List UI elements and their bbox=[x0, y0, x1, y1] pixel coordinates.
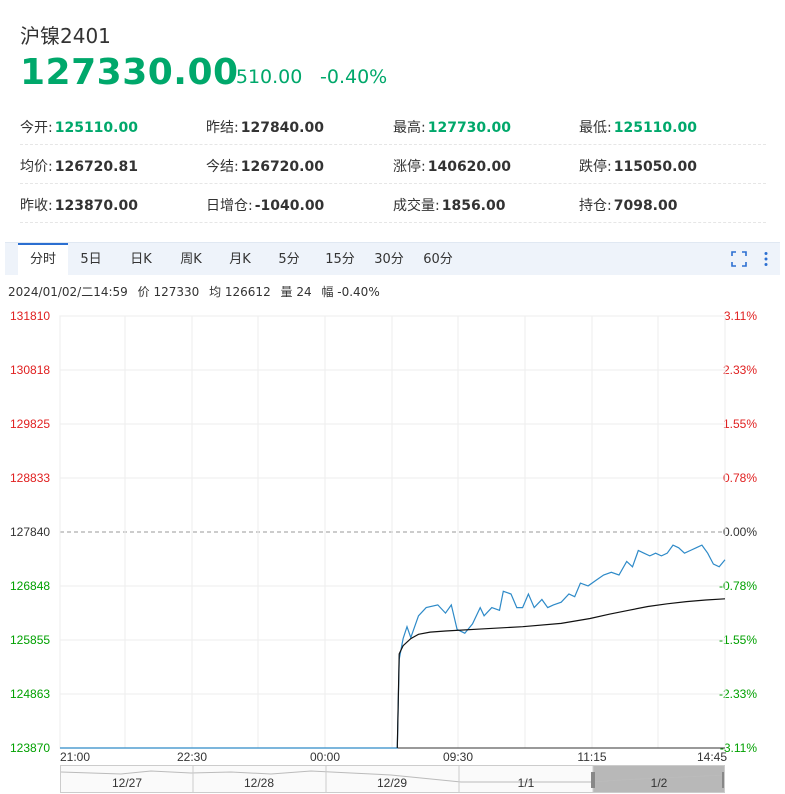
intraday-chart[interactable]: 131810 3.11% 130818 2.33% 129825 1.55% 128833 0… bbox=[0, 300, 785, 765]
navigator-label: 1/1 bbox=[518, 776, 535, 790]
y-tick-label: 126848 bbox=[10, 579, 50, 593]
stat-value: -1040.00 bbox=[254, 198, 325, 214]
stat-item: 昨结: 127840.00 bbox=[206, 117, 324, 137]
navigator-handle-right[interactable] bbox=[722, 772, 725, 788]
x-tick-label: 09:30 bbox=[443, 750, 473, 764]
avg-line bbox=[396, 598, 726, 749]
stat-label: 日增仓: bbox=[206, 198, 253, 214]
navigator-label: 12/28 bbox=[244, 776, 274, 790]
fullscreen-icon[interactable] bbox=[730, 250, 748, 268]
stat-item: 成交量: 1856.00 bbox=[393, 195, 505, 215]
price-change-percent: -0.40% bbox=[320, 66, 388, 88]
y-tick-label: 124863 bbox=[10, 687, 50, 701]
stat-value: 126720.00 bbox=[240, 159, 324, 175]
stat-value: 140620.00 bbox=[427, 159, 511, 175]
stat-label: 昨结: bbox=[206, 120, 239, 136]
tab-period[interactable]: 月K bbox=[217, 243, 263, 275]
stat-label: 昨收: bbox=[20, 198, 53, 214]
stat-label: 涨停: bbox=[393, 159, 426, 175]
stat-item: 最低: 125110.00 bbox=[579, 117, 697, 137]
x-tick-label: 14:45 bbox=[697, 750, 727, 764]
stat-value: 7098.00 bbox=[613, 198, 678, 214]
info-range: 幅 -0.40% bbox=[321, 285, 380, 299]
stat-value: 123870.00 bbox=[54, 198, 138, 214]
stat-label: 跌停: bbox=[579, 159, 612, 175]
stat-item: 昨收: 123870.00 bbox=[20, 195, 138, 215]
y-tick-label: 130818 bbox=[10, 363, 50, 377]
stat-item: 均价: 126720.81 bbox=[20, 156, 138, 176]
stat-row: 均价: 126720.81 今结: 126720.00 涨停: 140620.00 跌停: 1… bbox=[20, 145, 766, 184]
tab-period[interactable]: 15分 bbox=[317, 243, 363, 275]
info-avg: 均 126612 bbox=[209, 285, 271, 299]
tab-period[interactable]: 5日 bbox=[69, 243, 113, 275]
stat-item: 跌停: 115050.00 bbox=[579, 156, 697, 176]
stat-label: 持仓: bbox=[579, 198, 612, 214]
info-price: 价 127330 bbox=[137, 285, 200, 299]
stat-value: 125110.00 bbox=[613, 120, 697, 136]
stat-item: 持仓: 7098.00 bbox=[579, 195, 677, 215]
tab-period[interactable]: 周K bbox=[168, 243, 214, 275]
tab-period[interactable]: 5分 bbox=[267, 243, 311, 275]
x-tick-label: 21:00 bbox=[60, 750, 90, 764]
price-change: -510.00 bbox=[229, 66, 303, 88]
quote-stats: 今开: 125110.00 昨结: 127840.00 最高: 127730.00 最低: 1… bbox=[20, 106, 766, 223]
stat-item: 今开: 125110.00 bbox=[20, 117, 138, 137]
x-tick-label: 22:30 bbox=[177, 750, 207, 764]
stat-label: 最低: bbox=[579, 120, 612, 136]
y-tick-label: 128833 bbox=[10, 471, 50, 485]
y-tick-label: 131810 bbox=[10, 309, 50, 323]
stat-value: 115050.00 bbox=[613, 159, 697, 175]
y-tick-label: 123870 bbox=[10, 741, 50, 755]
x-tick-label: 00:00 bbox=[310, 750, 340, 764]
crosshair-info: 2024/01/02/二14:59 价 127330 均 126612 量 24… bbox=[8, 283, 386, 300]
navigator-label: 1/2 bbox=[651, 776, 668, 790]
instrument-title: 沪镍2401 bbox=[20, 24, 111, 48]
pct-tick-label: 1.55% bbox=[723, 417, 757, 431]
time-navigator[interactable]: 12/27 12/28 12/29 1/1 1/2 bbox=[60, 765, 725, 793]
pct-tick-label: 0.78% bbox=[723, 471, 757, 485]
more-vertical-icon[interactable] bbox=[757, 250, 775, 268]
stat-label: 均价: bbox=[20, 159, 53, 175]
stat-row: 今开: 125110.00 昨结: 127840.00 最高: 127730.00 最低: 1… bbox=[20, 106, 766, 145]
stat-value: 1856.00 bbox=[441, 198, 506, 214]
stat-row: 昨收: 123870.00 日增仓: -1040.00 成交量: 1856.00 持仓: 70… bbox=[20, 184, 766, 223]
stat-label: 今开: bbox=[20, 120, 53, 136]
tab-active[interactable]: 分时 bbox=[18, 243, 68, 275]
stat-item: 最高: 127730.00 bbox=[393, 117, 511, 137]
x-tick-label: 11:15 bbox=[577, 750, 606, 764]
stat-item: 今结: 126720.00 bbox=[206, 156, 324, 176]
y-tick-label: 125855 bbox=[10, 633, 50, 647]
stat-value: 127730.00 bbox=[427, 120, 511, 136]
y-tick-label: 129825 bbox=[10, 417, 50, 431]
info-volume: 量 24 bbox=[280, 285, 312, 299]
stat-item: 日增仓: -1040.00 bbox=[206, 195, 324, 215]
stat-label: 今结: bbox=[206, 159, 239, 175]
stat-item: 涨停: 140620.00 bbox=[393, 156, 511, 176]
navigator-label: 12/29 bbox=[377, 776, 407, 790]
last-price: 127330.00 bbox=[20, 52, 239, 93]
tab-period[interactable]: 60分 bbox=[415, 243, 461, 275]
stat-label: 最高: bbox=[393, 120, 426, 136]
stat-value: 126720.81 bbox=[54, 159, 138, 175]
tab-period[interactable]: 30分 bbox=[367, 243, 411, 275]
tab-period[interactable]: 日K bbox=[118, 243, 164, 275]
navigator-handle-left[interactable] bbox=[591, 772, 595, 788]
stat-label: 成交量: bbox=[393, 198, 440, 214]
stat-value: 127840.00 bbox=[240, 120, 324, 136]
info-datetime: 2024/01/02/二14:59 bbox=[8, 285, 128, 299]
period-tabs: 分时 5日 日K 周K 月K 5分 15分 30分 60分 bbox=[5, 242, 780, 275]
navigator-label: 12/27 bbox=[112, 776, 142, 790]
pct-tick-label: 0.00% bbox=[723, 525, 757, 539]
y-tick-label: 127840 bbox=[10, 525, 50, 539]
pct-tick-label: 2.33% bbox=[723, 363, 757, 377]
stat-value: 125110.00 bbox=[54, 120, 138, 136]
pct-tick-label: 3.11% bbox=[724, 309, 757, 323]
